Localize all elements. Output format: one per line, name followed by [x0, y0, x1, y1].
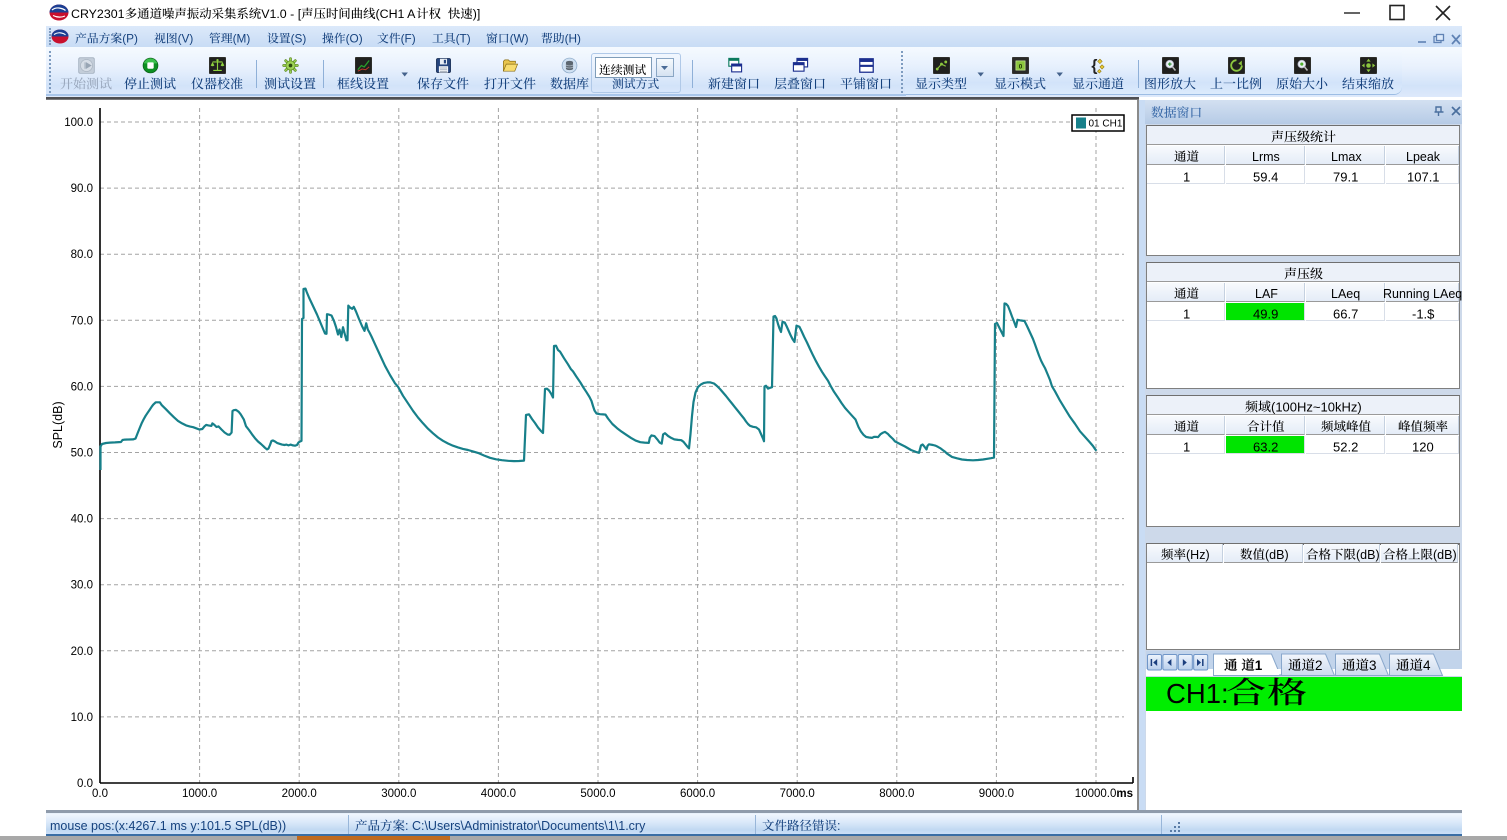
svg-text:2: 2: [1315, 657, 1323, 672]
svg-text:(F): (F): [401, 32, 416, 46]
svg-text:59.4: 59.4: [1253, 169, 1278, 184]
svg-text:Lmax: Lmax: [1331, 150, 1362, 164]
svg-text:(O): (O): [346, 32, 363, 46]
svg-text:2000.0: 2000.0: [282, 788, 317, 800]
svg-text:3000.0: 3000.0: [381, 788, 416, 800]
svg-text:LAF: LAF: [1255, 287, 1278, 301]
svg-text:90.0: 90.0: [71, 183, 93, 195]
svg-text:10.0: 10.0: [71, 712, 93, 724]
svg-text:(dB): (dB): [1356, 548, 1380, 562]
svg-text:01 CH1: 01 CH1: [1089, 119, 1123, 130]
svg-text:SPL(dB): SPL(dB): [51, 401, 65, 448]
svg-text:CH1:: CH1:: [1166, 678, 1229, 709]
svg-text:63.2: 63.2: [1253, 439, 1278, 454]
svg-text:10000.0ms: 10000.0ms: [1075, 788, 1133, 800]
svg-text:-1.$: -1.$: [1412, 306, 1435, 321]
svg-text:1000.0: 1000.0: [182, 788, 217, 800]
svg-text:7000.0: 7000.0: [780, 788, 815, 800]
svg-text:V1.0 - [: V1.0 - [: [261, 7, 302, 21]
svg-text:(M): (M): [233, 32, 251, 46]
svg-text:50.0: 50.0: [71, 448, 93, 460]
svg-text:79.1: 79.1: [1333, 169, 1358, 184]
svg-text:52.2: 52.2: [1333, 439, 1358, 454]
svg-text:Running LAeq: Running LAeq: [1383, 287, 1462, 301]
svg-text:20.0: 20.0: [71, 646, 93, 658]
svg-text:100.0: 100.0: [64, 117, 93, 129]
svg-text:9000.0: 9000.0: [979, 788, 1014, 800]
svg-text::: :: [837, 819, 840, 833]
svg-text:1: 1: [1183, 169, 1190, 184]
svg-text:30.0: 30.0: [71, 580, 93, 592]
svg-text:60.0: 60.0: [71, 381, 93, 393]
svg-text:0: 0: [1018, 63, 1022, 70]
svg-text:(V): (V): [178, 32, 194, 46]
svg-text:(dB): (dB): [1265, 548, 1289, 562]
svg-text:(H): (H): [565, 32, 581, 46]
svg-text:1: 1: [1254, 657, 1262, 672]
svg-text:(T): (T): [456, 32, 471, 46]
svg-text:40.0: 40.0: [71, 514, 93, 526]
svg-text:120: 120: [1412, 439, 1434, 454]
svg-text:4000.0: 4000.0: [481, 788, 516, 800]
svg-text:6000.0: 6000.0: [680, 788, 715, 800]
svg-text:(100Hz~10kHz): (100Hz~10kHz): [1271, 399, 1362, 414]
svg-text:{: {: [1091, 57, 1097, 74]
svg-text:(S): (S): [291, 32, 307, 46]
svg-text:Lrms: Lrms: [1252, 150, 1280, 164]
svg-text:mouse pos:(x:4267.1 ms y:101.: mouse pos:(x:4267.1 ms y:101.5 SPL(dB)): [50, 819, 286, 833]
svg-text:49.9: 49.9: [1253, 306, 1278, 321]
svg-text:LAeq: LAeq: [1331, 287, 1360, 301]
svg-text:(W): (W): [510, 32, 529, 46]
svg-text:0.0: 0.0: [77, 778, 93, 790]
svg-text:3: 3: [1369, 657, 1377, 672]
svg-text:)]: )]: [473, 7, 481, 21]
svg-text:4: 4: [1423, 657, 1431, 672]
svg-text:(dB): (dB): [1433, 548, 1457, 562]
svg-text:5000.0: 5000.0: [580, 788, 615, 800]
svg-text:1: 1: [1183, 306, 1190, 321]
svg-text:(P): (P): [122, 32, 138, 46]
svg-text:(CH1 A: (CH1 A: [376, 7, 417, 21]
svg-text:66.7: 66.7: [1333, 306, 1358, 321]
svg-text:80.0: 80.0: [71, 249, 93, 261]
svg-text:1: 1: [1183, 439, 1190, 454]
svg-text:: C:\Users\Administrator\Docum: : C:\Users\Administrator\Documents\1\1.c…: [405, 819, 646, 833]
svg-text:70.0: 70.0: [71, 315, 93, 327]
svg-text:CRY2301: CRY2301: [71, 7, 125, 21]
svg-text:107.1: 107.1: [1407, 169, 1440, 184]
svg-text:(Hz): (Hz): [1186, 548, 1210, 562]
svg-text:0.0: 0.0: [92, 788, 108, 800]
svg-text:8000.0: 8000.0: [879, 788, 914, 800]
svg-text:Lpeak: Lpeak: [1406, 150, 1441, 164]
